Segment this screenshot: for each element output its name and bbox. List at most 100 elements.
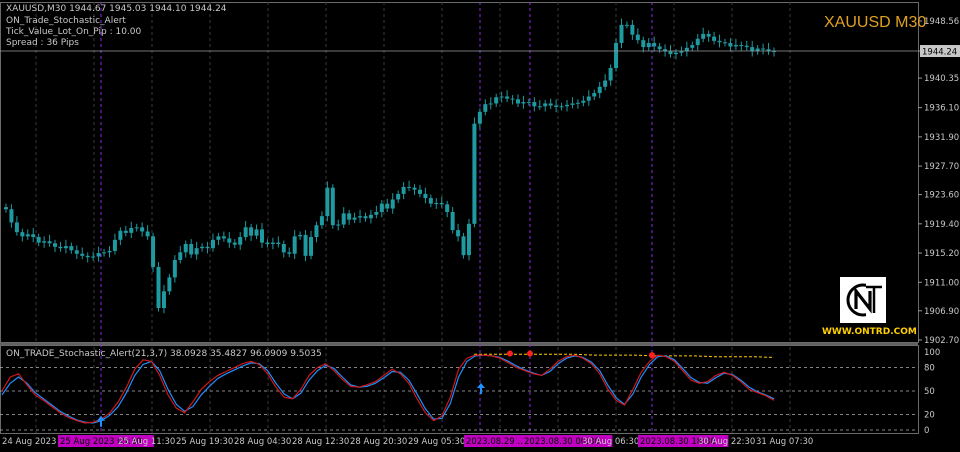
candle-body <box>630 24 635 35</box>
candle-body <box>47 241 52 244</box>
candle-body <box>417 189 422 194</box>
candle-body <box>314 225 319 238</box>
candle-body <box>624 24 629 26</box>
candle-body <box>281 244 286 253</box>
candle-body <box>428 198 433 204</box>
time-tick-label: 29 Aug 05:30 <box>408 437 465 447</box>
time-tick-label: 28 Aug 20:30 <box>350 437 407 447</box>
website-label[interactable]: WWW.ONTRD.COM <box>822 327 917 337</box>
candle-body <box>330 187 335 226</box>
candle-body <box>445 204 450 212</box>
candle-body <box>575 102 580 104</box>
chart-window: 1948.56 1944.24 1940.35 1936.10 1931.90 1927.… <box>0 0 960 452</box>
candle-body <box>494 97 499 104</box>
candle-body <box>36 237 41 243</box>
sell-alert-dot[interactable] <box>507 350 513 357</box>
candle-body <box>358 216 363 218</box>
candle-body <box>401 186 406 194</box>
candle-body <box>276 242 281 244</box>
candle-body <box>673 52 678 55</box>
sell-alert-dot[interactable] <box>527 350 533 357</box>
candle-body <box>319 216 324 226</box>
candle-body <box>565 104 570 107</box>
candle-body <box>363 216 368 219</box>
candle-body <box>210 239 215 249</box>
candle-body <box>646 42 651 48</box>
candle-body <box>526 102 531 104</box>
candle-body <box>728 42 733 47</box>
candle-body <box>140 227 145 232</box>
chart-canvas[interactable]: 1948.56 1944.24 1940.35 1936.10 1931.90 1927.… <box>0 0 960 452</box>
candle-body <box>690 45 695 48</box>
candle-body <box>559 106 564 108</box>
price-tick-label: 1915.20 <box>924 249 959 259</box>
candle-body <box>107 250 112 253</box>
candle-body <box>603 80 608 87</box>
candle-body <box>761 48 766 50</box>
price-tick-label: 1906.90 <box>924 307 959 317</box>
candle-body <box>695 38 700 46</box>
candle-body <box>739 45 744 47</box>
candle-body <box>532 102 537 107</box>
sub-tick-label: 100 <box>924 348 940 358</box>
buy-arrow-icon[interactable] <box>477 383 485 394</box>
candle-body <box>309 237 314 256</box>
candle-body <box>298 234 303 237</box>
time-tick-label: 24 Aug 2023 <box>2 437 56 447</box>
overbought-dashed-line <box>474 353 775 358</box>
candle-body <box>249 227 254 236</box>
candle-body <box>744 45 749 48</box>
candle-body <box>172 260 177 278</box>
candle-body <box>592 93 597 97</box>
current-price-label: 1944.24 <box>922 48 957 58</box>
candle-body <box>216 236 221 240</box>
price-tick-label: 1948.56 <box>924 17 959 27</box>
candle-body <box>336 224 341 226</box>
candle-body <box>194 248 199 255</box>
candle-body <box>548 103 553 106</box>
candle-body <box>652 42 657 47</box>
candle-body <box>543 103 548 107</box>
time-tick-label: 28 Aug 12:30 <box>292 437 349 447</box>
candle-body <box>183 244 188 253</box>
candle-body <box>597 86 602 94</box>
candle-body <box>439 202 444 205</box>
candle-body <box>145 231 150 237</box>
candle-body <box>374 212 379 215</box>
sub-tick-label: 80 <box>924 364 935 374</box>
price-tick-label: 1940.35 <box>924 74 959 84</box>
candle-body <box>706 33 711 37</box>
candle-body <box>58 246 63 249</box>
candle-body <box>717 40 722 43</box>
candle-body <box>123 230 128 233</box>
symbol-title: XAUUSD M30 <box>824 14 927 31</box>
indicator-name: ON_Trade_Stochastic_Alert <box>6 16 126 26</box>
candle-body <box>407 186 412 188</box>
candle-body <box>254 229 259 236</box>
time-tick-label: 31 Aug 07:30 <box>756 437 813 447</box>
tick-value-label: Tick_Value_Lot_On_Pip : 10.00 <box>6 27 142 37</box>
candle-body <box>412 187 417 190</box>
candle-body <box>25 234 30 237</box>
candle-body <box>53 243 58 247</box>
time-tick-label: 2023.08.29 ... <box>466 437 525 447</box>
time-tick-label: 28 Aug 04:30 <box>234 437 291 447</box>
candle-body <box>701 33 706 39</box>
candle-body <box>614 42 619 68</box>
ontrd-logo: N <box>840 277 886 323</box>
sell-alert-dot[interactable] <box>649 352 655 359</box>
candle-body <box>42 241 47 243</box>
candle-body <box>287 252 292 254</box>
price-tick-label: 1911.00 <box>924 278 959 288</box>
candle-body <box>69 246 74 251</box>
candle-body <box>537 106 542 108</box>
stochastic-main-line <box>1 354 775 424</box>
candle-body <box>243 227 248 238</box>
price-tick-label: 1927.70 <box>924 162 959 172</box>
price-tick-label: 1902.70 <box>924 336 959 346</box>
candle-body <box>679 51 684 53</box>
candle-body <box>510 98 515 100</box>
candle-body <box>396 193 401 200</box>
candle-body <box>4 207 8 210</box>
symbol-info: XAUUSD,M30 1944.67 1945.03 1944.10 1944.… <box>6 4 227 14</box>
